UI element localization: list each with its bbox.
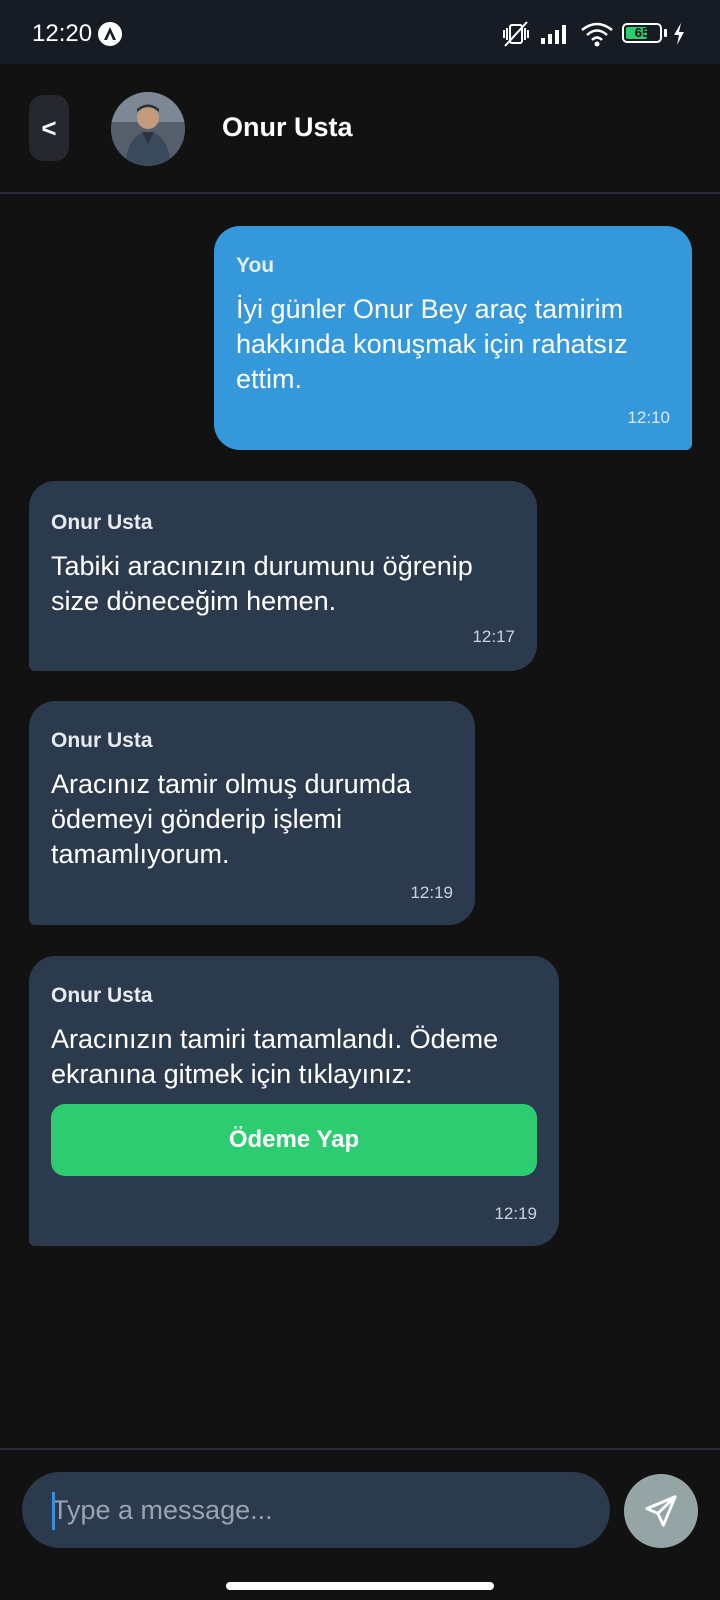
status-bar: 12:20 65	[0, 0, 720, 64]
contact-name: Onur Usta	[222, 112, 353, 142]
signal-icon	[541, 25, 566, 44]
message-text: Aracınız tamir olmuş durumda ödemeyi gön…	[51, 769, 412, 869]
text-caret	[52, 1492, 55, 1530]
message-bubble-outgoing: You İyi günler Onur Bey araç tamirim hak…	[214, 226, 692, 450]
message-bubble-incoming: Onur Usta Tabiki aracınızın durumunu öğr…	[29, 481, 537, 671]
message-sender: Onur Usta	[51, 984, 153, 1007]
battery-tip	[664, 29, 667, 37]
message-text: Aracınızın tamiri tamamlandı. Ödeme ekra…	[51, 1024, 499, 1089]
message-time: 12:19	[494, 1204, 537, 1223]
payment-button[interactable]: Ödeme Yap	[51, 1104, 537, 1176]
vibrate-off-icon	[503, 21, 529, 47]
status-time: 12:20	[32, 20, 93, 47]
message-time: 12:10	[627, 408, 670, 427]
battery-icon: 65	[622, 23, 662, 43]
message-input[interactable]	[22, 1472, 610, 1548]
message-bubble-incoming: Onur Usta Aracınızın tamiri tamamlandı. …	[29, 956, 559, 1246]
app-notification-icon	[98, 22, 122, 46]
contact-avatar[interactable]	[111, 92, 185, 166]
message-sender: Onur Usta	[51, 511, 153, 534]
wifi-icon	[581, 22, 613, 47]
charging-icon	[674, 23, 684, 45]
home-indicator[interactable]	[226, 1582, 494, 1590]
message-sender: You	[236, 254, 275, 277]
message-time: 12:17	[472, 627, 515, 646]
message-time: 12:19	[410, 883, 453, 902]
message-sender: Onur Usta	[51, 729, 153, 752]
battery-level: 65	[634, 25, 650, 40]
send-icon	[645, 1495, 677, 1527]
message-text: İyi günler Onur Bey araç tamirim hakkınd…	[236, 294, 628, 394]
message-composer	[0, 1448, 720, 1568]
back-button[interactable]: <	[29, 95, 69, 161]
chat-header: < Onur Usta	[0, 64, 720, 194]
send-button[interactable]	[624, 1474, 698, 1548]
message-bubble-incoming: Onur Usta Aracınız tamir olmuş durumda ö…	[29, 701, 475, 925]
message-text: Tabiki aracınızın durumunu öğrenip size …	[51, 551, 473, 616]
